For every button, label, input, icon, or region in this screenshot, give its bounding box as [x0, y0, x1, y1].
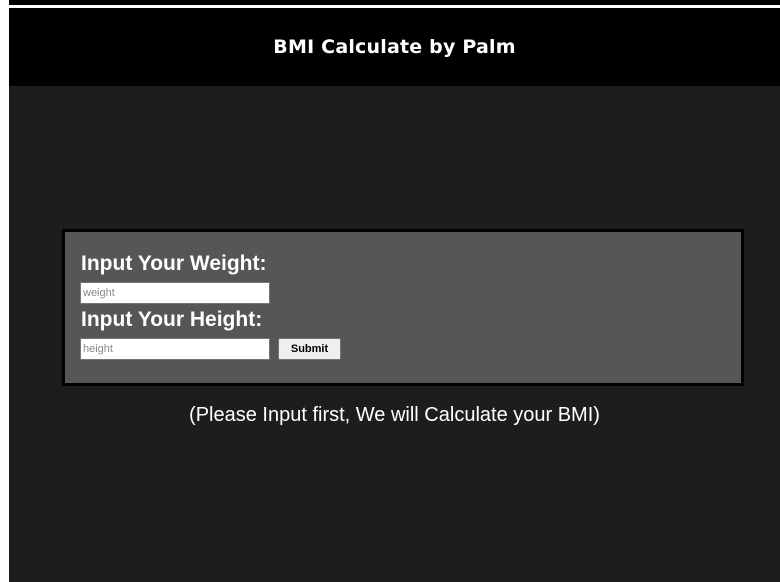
- height-input[interactable]: [80, 338, 270, 360]
- weight-label: Input Your Weight:: [81, 252, 267, 275]
- bmi-form-panel: Input Your Weight: Input Your Height: Su…: [62, 229, 744, 386]
- height-label: Input Your Height:: [81, 308, 263, 331]
- weight-input[interactable]: [80, 282, 270, 304]
- header-bar: BMI Calculate by Palm: [9, 8, 780, 86]
- page-title: BMI Calculate by Palm: [273, 36, 516, 58]
- submit-button[interactable]: Submit: [278, 338, 341, 360]
- result-message: (Please Input first, We will Calculate y…: [189, 404, 600, 426]
- app-frame: BMI Calculate by Palm Input Your Weight:…: [9, 0, 780, 582]
